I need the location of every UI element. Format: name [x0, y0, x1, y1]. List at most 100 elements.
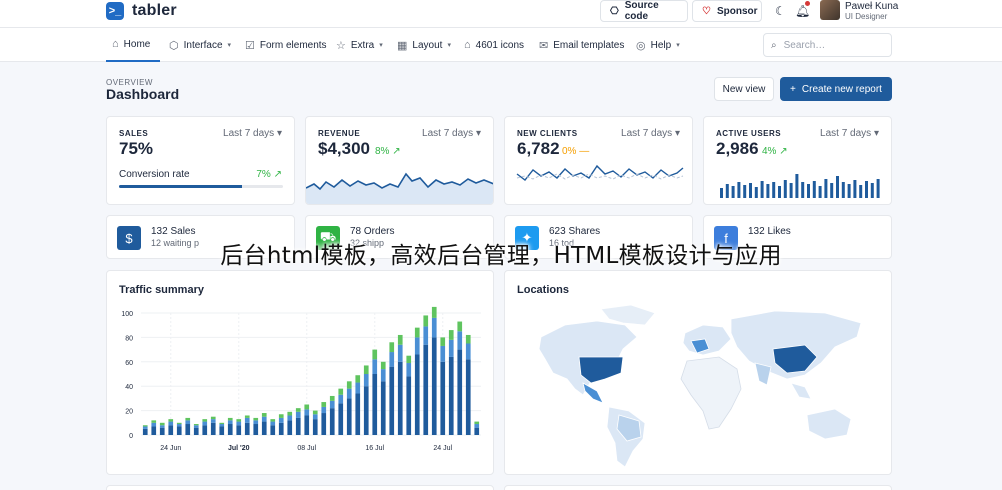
nav-item-form-elements[interactable]: ☑ Form elements — [245, 28, 327, 62]
range-dropdown[interactable]: Last 7 days ▾ — [820, 128, 879, 139]
home-icon: ⌂ — [112, 38, 119, 50]
traffic-bar-segment — [448, 339, 454, 357]
search-placeholder: Search… — [783, 39, 826, 51]
traffic-bar-segment — [440, 361, 446, 435]
traffic-bar-segment — [397, 344, 403, 362]
bell-icon[interactable]: 🔔︎ — [795, 4, 810, 18]
traffic-bar-segment — [431, 306, 437, 318]
bottom-card-left — [106, 485, 494, 490]
traffic-bar-segment — [261, 413, 267, 417]
traffic-bar-segment — [406, 376, 412, 435]
range-dropdown[interactable]: Last 7 days ▾ — [223, 128, 282, 139]
traffic-bar-segment — [278, 417, 284, 423]
nav-item-home[interactable]: ⌂ Home — [106, 28, 160, 62]
traffic-bar-segment — [338, 388, 344, 395]
traffic-bar-segment — [457, 331, 463, 350]
nav-label: Help — [650, 39, 672, 51]
traffic-bar-segment — [304, 404, 310, 410]
traffic-title: Traffic summary — [119, 284, 204, 296]
traffic-bar-segment — [270, 425, 276, 435]
sparkline-bar — [772, 182, 776, 198]
traffic-bar-segment — [372, 359, 378, 374]
nav-item-icons[interactable]: ⌂ 4601 icons — [464, 28, 524, 62]
traffic-bar-segment — [312, 419, 318, 435]
traffic-bar-segment — [142, 426, 148, 429]
nav-item-help[interactable]: ◎ Help ▾ — [636, 28, 680, 62]
traffic-bar-segment — [219, 424, 225, 427]
traffic-bar-segment — [465, 359, 471, 435]
traffic-bar-segment — [329, 400, 335, 409]
conversion-delta: 7% ↗ — [256, 169, 282, 180]
sparkline-bar — [876, 179, 880, 198]
traffic-bar-segment — [329, 395, 335, 401]
bottom-card-right — [504, 485, 892, 490]
sparkline-bar — [870, 183, 874, 198]
locations-card: Locations — [504, 270, 892, 475]
traffic-bar-segment — [423, 326, 429, 345]
range-dropdown[interactable]: Last 7 days ▾ — [422, 128, 481, 139]
sparkline-bar — [859, 185, 863, 198]
notification-badge — [805, 1, 810, 6]
nav-item-layout[interactable]: ▦ Layout ▾ — [397, 28, 451, 62]
main-nav: ⌂ Home ⬡ Interface ▾ ☑ Form elements ☆ E… — [0, 28, 1002, 62]
y-tick-label: 20 — [125, 409, 133, 416]
brand-logo[interactable]: >_ tabler — [106, 2, 177, 20]
y-tick-label: 0 — [129, 433, 133, 440]
traffic-bar-segment — [397, 334, 403, 345]
traffic-bar-segment — [295, 411, 301, 418]
sparkline-bar — [743, 185, 747, 198]
sponsor-button[interactable]: ♡ Sponsor — [692, 0, 762, 22]
sparkline-bar — [841, 182, 845, 198]
x-tick-label: 24 Jun — [160, 445, 181, 452]
traffic-bar-segment — [270, 421, 276, 426]
traffic-bar-segment — [465, 343, 471, 360]
traffic-bar-segment — [457, 321, 463, 332]
traffic-bar-segment — [253, 420, 259, 425]
traffic-bar-segment — [431, 317, 437, 338]
checkbox-icon: ☑ — [245, 39, 255, 52]
traffic-bar-segment — [227, 420, 233, 425]
traffic-bar-segment — [389, 352, 395, 367]
range-dropdown[interactable]: Last 7 days ▾ — [621, 128, 680, 139]
moon-icon[interactable]: ☾ — [775, 4, 786, 18]
traffic-bar-segment — [389, 342, 395, 353]
chevron-down-icon: ▾ — [447, 42, 451, 49]
traffic-bar-segment — [151, 420, 157, 423]
traffic-bar-segment — [414, 327, 420, 338]
new-view-button[interactable]: New view — [714, 77, 774, 101]
terminal-icon: >_ — [106, 2, 124, 20]
traffic-bar-segment — [355, 382, 361, 394]
github-icon: ⎔ — [610, 5, 619, 17]
traffic-bar-segment — [346, 381, 352, 389]
user-name[interactable]: Paweł Kuna — [845, 1, 898, 12]
sparkline-bar — [725, 184, 729, 198]
traffic-bar-segment — [440, 337, 446, 346]
usa-region — [578, 356, 624, 384]
user-role: UI Designer — [845, 12, 888, 21]
sparkline-bar — [836, 176, 839, 198]
traffic-bar-segment — [363, 386, 369, 435]
avatar[interactable] — [820, 0, 840, 20]
plus-icon: + — [790, 83, 796, 95]
traffic-bar-segment — [185, 417, 191, 421]
search-input[interactable]: ⌕ Search… — [763, 33, 892, 57]
nav-item-extra[interactable]: ☆ Extra ▾ — [336, 28, 383, 62]
traffic-bar-segment — [287, 415, 293, 421]
nav-item-interface[interactable]: ⬡ Interface ▾ — [169, 28, 231, 62]
traffic-bar-segment — [261, 416, 267, 422]
traffic-bar-segment — [295, 408, 301, 412]
lifebuoy-icon: ◎ — [636, 39, 646, 52]
traffic-bar-segment — [236, 425, 242, 435]
create-report-button[interactable]: + Create new report — [780, 77, 892, 101]
nav-label: Interface — [183, 39, 223, 51]
sparkline-bar — [766, 184, 770, 198]
traffic-bar-segment — [346, 398, 352, 435]
x-tick-label: 08 Jul — [297, 445, 316, 452]
traffic-bar-segment — [227, 417, 233, 421]
source-code-button[interactable]: ⎔ Source code — [600, 0, 688, 22]
nav-item-email-templates[interactable]: ✉ Email templates — [539, 28, 624, 62]
traffic-bar-segment — [278, 414, 284, 418]
conversion-label: Conversion rate — [119, 169, 190, 180]
mail-icon: ✉ — [539, 39, 549, 52]
nav-label: Form elements — [259, 39, 327, 51]
